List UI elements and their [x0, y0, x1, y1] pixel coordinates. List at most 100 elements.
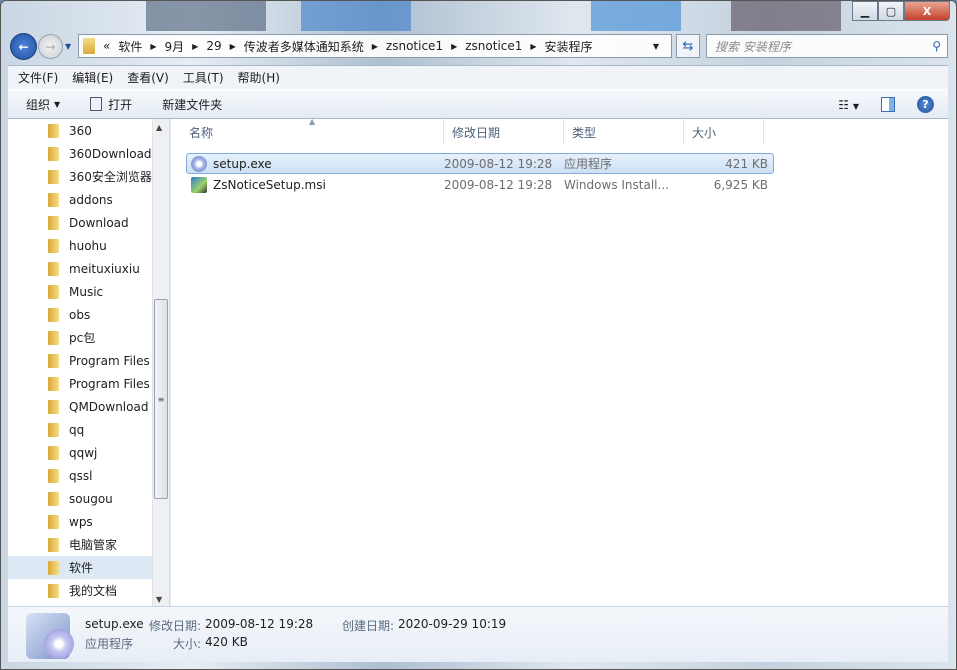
nav-folder-label: wps [69, 514, 93, 529]
view-options-button[interactable]: ☷ ▼ [838, 98, 859, 112]
scrollbar-thumb[interactable]: ≡ [154, 299, 168, 499]
details-size-label: 大小: [173, 637, 202, 651]
nav-folder-item[interactable]: qq [8, 418, 169, 441]
file-type: 应用程序 [564, 157, 613, 171]
background-blur [731, 1, 841, 31]
breadcrumb-overflow[interactable]: « [103, 39, 110, 53]
close-button[interactable]: X [904, 1, 950, 21]
search-input[interactable]: 搜索 安装程序 ⚲ [706, 34, 948, 58]
folder-icon [48, 215, 59, 230]
nav-folder-item[interactable]: QMDownload [8, 395, 169, 418]
folder-icon [83, 38, 95, 54]
breadcrumb-item[interactable]: 软件 [118, 38, 142, 55]
nav-folder-label: 360 [69, 123, 92, 138]
nav-folder-item[interactable]: 我的文档 [8, 579, 169, 602]
chevron-right-icon[interactable]: ▶ [150, 42, 156, 51]
nav-folder-item[interactable]: Music [8, 280, 169, 303]
minimize-button[interactable]: ▁ [852, 1, 878, 21]
nav-folder-label: Program Files [69, 376, 150, 391]
chevron-right-icon[interactable]: ▶ [230, 42, 236, 51]
nav-folder-item[interactable]: Download [8, 211, 169, 234]
menu-view[interactable]: 查看(V) [127, 69, 169, 86]
menu-help[interactable]: 帮助(H) [238, 69, 280, 86]
breadcrumb-item[interactable]: 9月 [165, 38, 185, 55]
breadcrumb-item[interactable]: zsnotice1 [465, 39, 522, 53]
column-size[interactable]: 大小 [684, 119, 764, 145]
file-row[interactable]: ZsNoticeSetup.msi 2009-08-12 19:28 Windo… [186, 174, 774, 195]
open-button[interactable]: 打开 [90, 96, 132, 113]
column-type[interactable]: 类型 [564, 119, 684, 145]
breadcrumb-item[interactable]: 29 [206, 39, 221, 53]
nav-folder-label: huohu [69, 238, 107, 253]
breadcrumb-item[interactable]: 传波者多媒体通知系统 [244, 38, 364, 55]
chevron-right-icon[interactable]: ▶ [530, 42, 536, 51]
breadcrumb-item[interactable]: 安装程序 [545, 38, 593, 55]
installer-cd-icon [26, 613, 74, 659]
refresh-button[interactable]: ⇆ [676, 34, 700, 58]
maximize-button[interactable]: ▢ [878, 1, 904, 21]
scroll-down-icon[interactable]: ▼ [156, 595, 162, 604]
nav-folder-item[interactable]: addons [8, 188, 169, 211]
address-dropdown-icon[interactable]: ▼ [653, 42, 659, 51]
scroll-up-icon[interactable]: ▲ [156, 123, 162, 132]
recent-pages-dropdown[interactable]: ▼ [65, 42, 71, 51]
nav-folder-item[interactable]: Program Files [8, 372, 169, 395]
details-pane: setup.exe 修改日期: 2009-08-12 19:28 创建日期: 2… [8, 606, 948, 662]
nav-folder-item[interactable]: 软件 [8, 556, 169, 579]
folder-icon [48, 537, 59, 552]
column-headers: ▲ 名称 修改日期 类型 大小 [171, 117, 948, 145]
command-bar: 组织 ▼ 打开 新建文件夹 ☷ ▼ ? [8, 89, 948, 119]
folder-icon [48, 330, 59, 345]
folder-icon [48, 514, 59, 529]
nav-folder-label: 我的文档 [69, 584, 118, 598]
nav-folder-label: Music [69, 284, 104, 299]
menu-edit[interactable]: 编辑(E) [72, 69, 113, 86]
column-name[interactable]: 名称 [171, 119, 444, 145]
new-folder-button[interactable]: 新建文件夹 [162, 96, 222, 113]
folder-icon [48, 192, 59, 207]
nav-folder-label: addons [69, 192, 113, 207]
chevron-right-icon[interactable]: ▶ [372, 42, 378, 51]
nav-folder-item[interactable]: obs [8, 303, 169, 326]
menu-tools[interactable]: 工具(T) [183, 69, 224, 86]
menu-bar: 文件(F) 编辑(E) 查看(V) 工具(T) 帮助(H) [8, 65, 948, 89]
preview-pane-button[interactable] [881, 97, 895, 112]
nav-folder-item[interactable]: qqwj [8, 441, 169, 464]
nav-folder-item[interactable]: wps [8, 510, 169, 533]
file-name: setup.exe [213, 156, 272, 171]
nav-folder-item[interactable]: huohu [8, 234, 169, 257]
nav-folder-label: sougou [69, 491, 113, 506]
nav-folder-item[interactable]: 360Downloads [8, 142, 169, 165]
nav-folder-item[interactable]: 电脑管家 [8, 533, 169, 556]
nav-folder-item[interactable]: meituxiuxiu [8, 257, 169, 280]
folder-icon [48, 376, 59, 391]
nav-folder-label: QMDownload [69, 399, 149, 414]
nav-folder-item[interactable]: Program Files [8, 349, 169, 372]
chevron-right-icon[interactable]: ▶ [192, 42, 198, 51]
details-name: setup.exe [85, 617, 144, 631]
nav-folder-label: 电脑管家 [69, 538, 118, 552]
help-button[interactable]: ? [917, 96, 934, 113]
search-placeholder: 搜索 安装程序 [715, 39, 791, 54]
nav-folder-item[interactable]: 360安全浏览器 [8, 165, 169, 188]
folder-icon [48, 583, 59, 598]
folder-icon [48, 261, 59, 276]
breadcrumb-item[interactable]: zsnotice1 [386, 39, 443, 53]
file-row[interactable]: setup.exe 2009-08-12 19:28 应用程序 421 KB [186, 153, 774, 174]
search-icon[interactable]: ⚲ [932, 39, 941, 53]
nav-scrollbar[interactable]: ▲ ≡ ▼ [152, 119, 169, 606]
organize-button[interactable]: 组织 ▼ [26, 96, 60, 113]
nav-folder-label: qq [69, 422, 85, 437]
address-bar[interactable]: « 软件 ▶ 9月 ▶ 29 ▶ 传波者多媒体通知系统 ▶ zsnotice1 ▶ zsn… [78, 34, 672, 58]
nav-folder-item[interactable]: pc包 [8, 326, 169, 349]
nav-folder-label: qssl [69, 468, 93, 483]
forward-button[interactable]: → [38, 34, 63, 59]
column-modified[interactable]: 修改日期 [444, 119, 564, 145]
nav-folder-label: meituxiuxiu [69, 261, 140, 276]
back-button[interactable]: ← [10, 33, 37, 60]
chevron-right-icon[interactable]: ▶ [451, 42, 457, 51]
menu-file[interactable]: 文件(F) [18, 69, 58, 86]
nav-folder-item[interactable]: sougou [8, 487, 169, 510]
nav-folder-item[interactable]: 360 [8, 119, 169, 142]
nav-folder-item[interactable]: qssl [8, 464, 169, 487]
